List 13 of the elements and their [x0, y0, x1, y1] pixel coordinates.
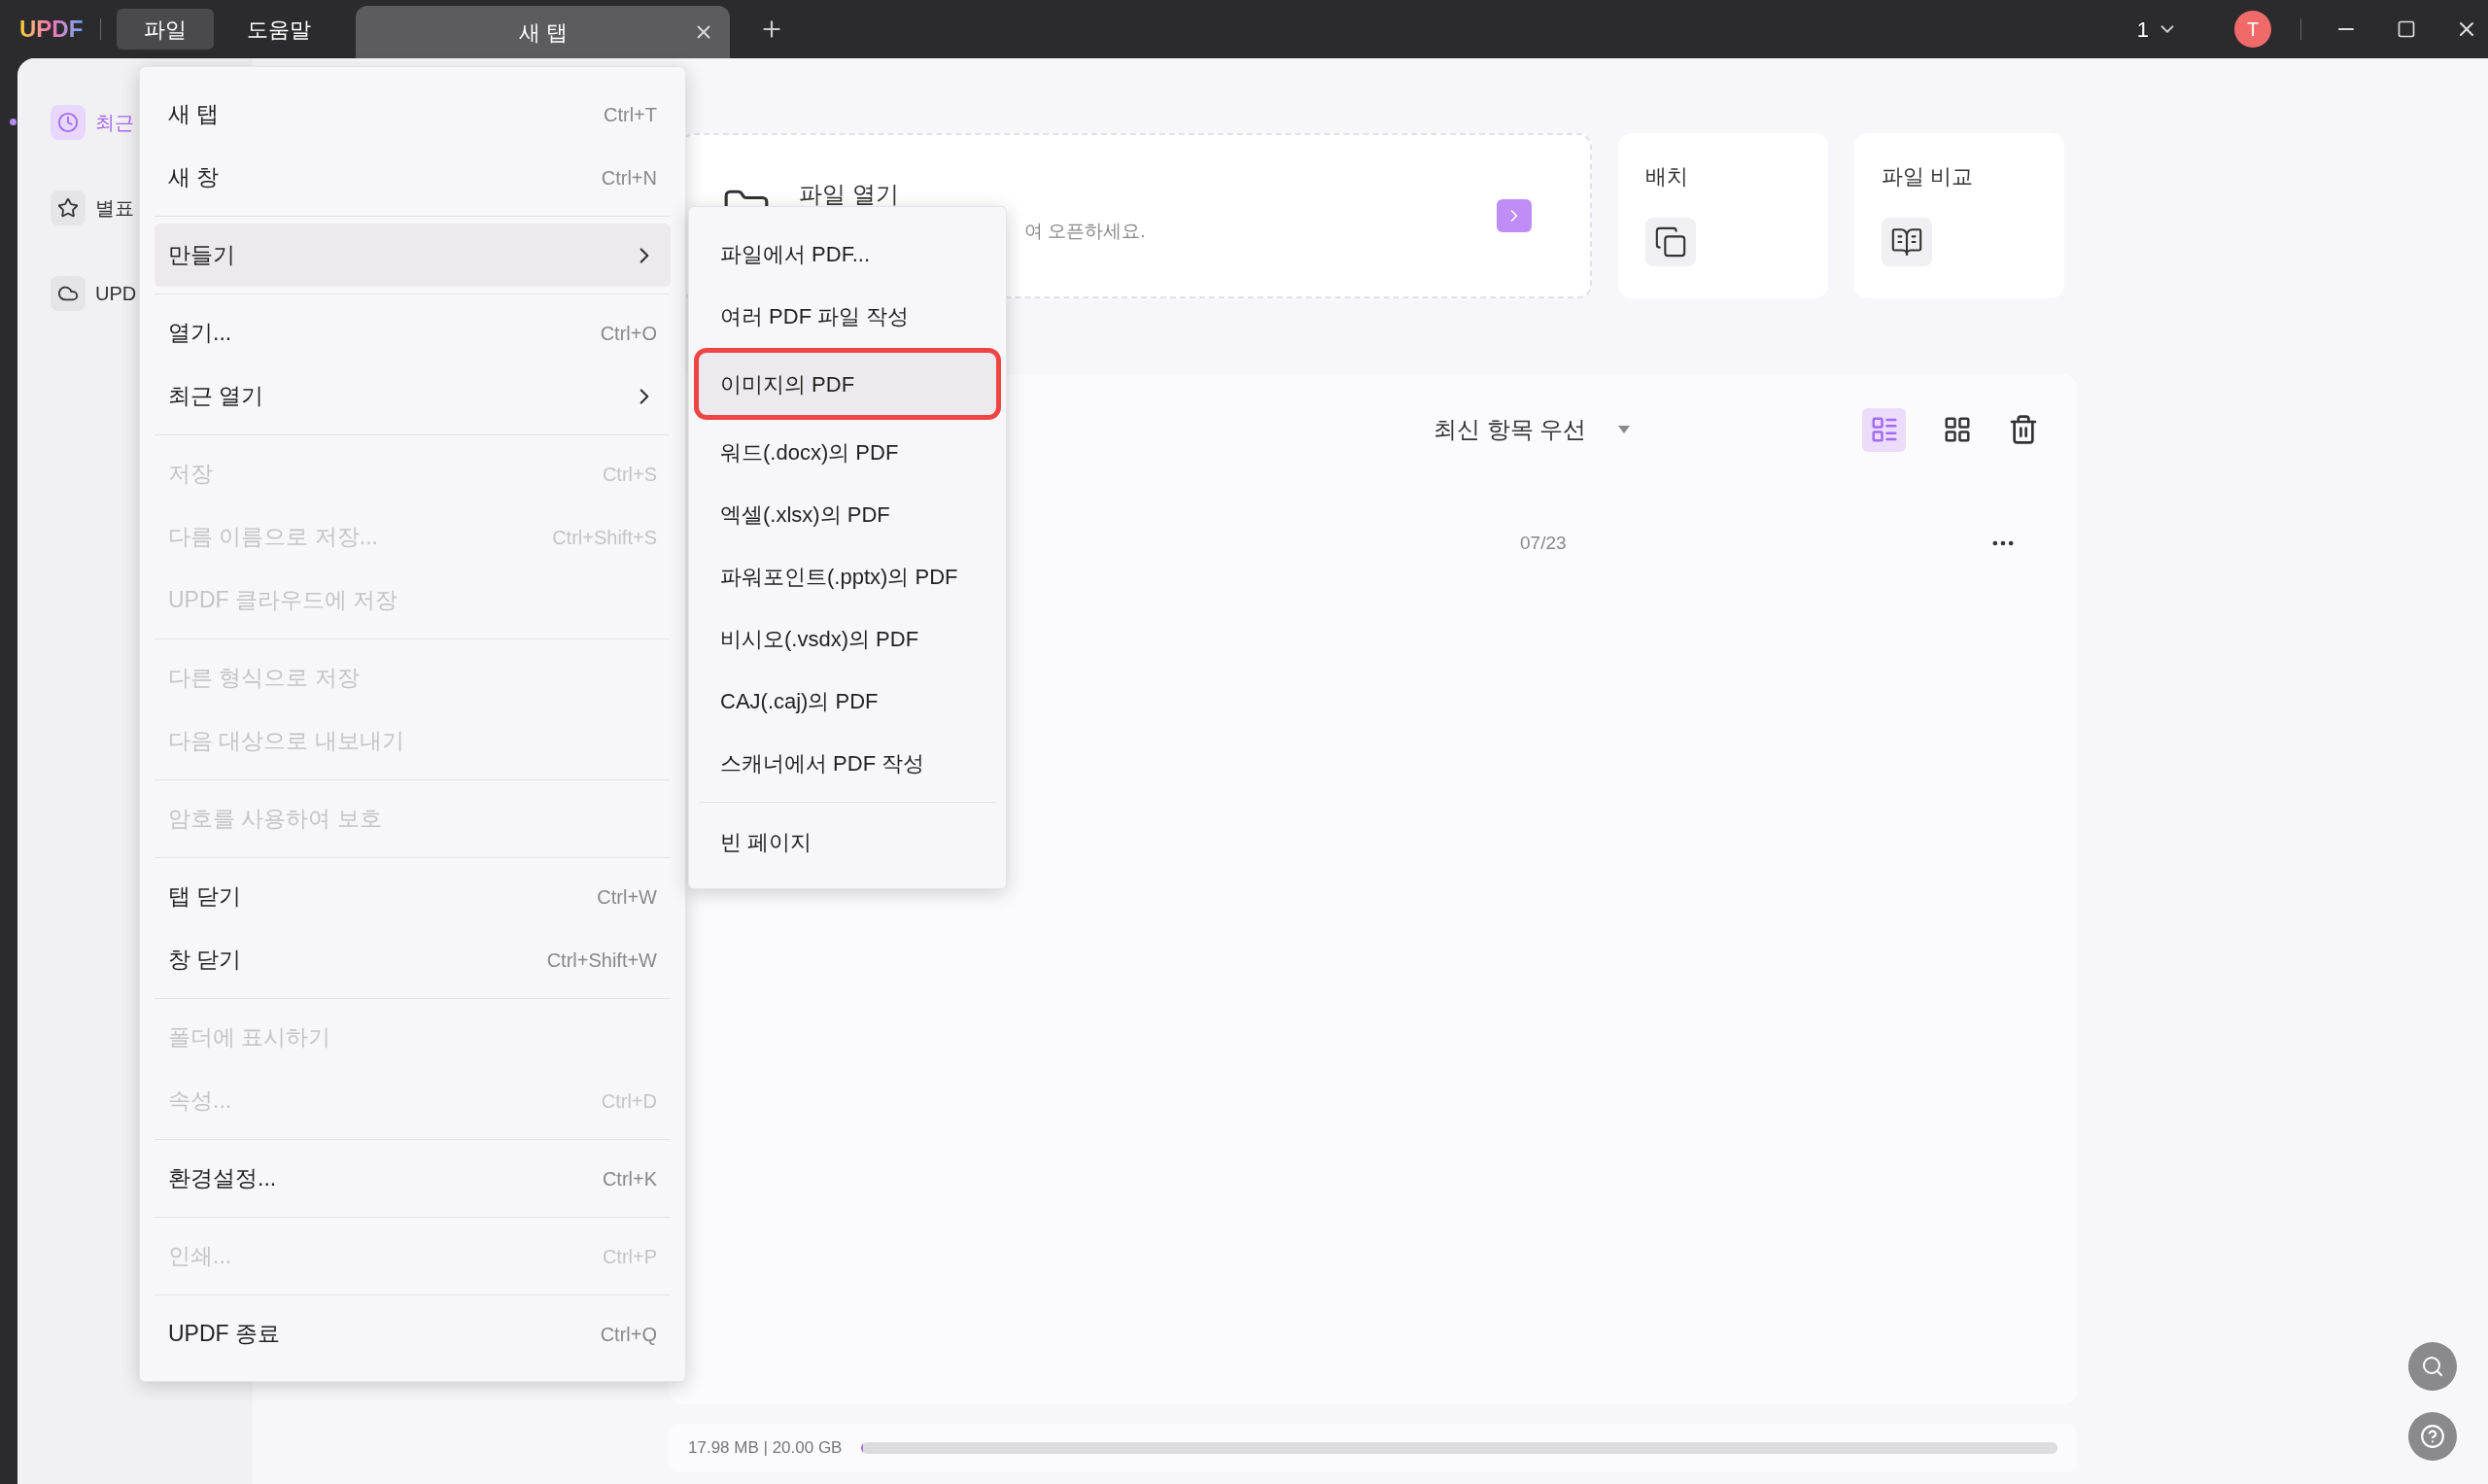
shortcut-text: Ctrl+N: [601, 165, 657, 190]
tool-title: 파일 비교: [1882, 163, 1975, 190]
card-title: 파일 열기: [799, 179, 900, 209]
shortcut-text: Ctrl+K: [602, 1166, 657, 1191]
storage-text: 17.98 MB | 20.00 GB: [688, 1437, 843, 1460]
shortcut-text: Ctrl+O: [600, 321, 657, 346]
shortcut-text: Ctrl+Q: [600, 1322, 657, 1347]
file-date: 07/23: [1520, 531, 1567, 555]
shortcut-text: Ctrl+T: [604, 102, 657, 127]
tool-title: 배치: [1645, 163, 1689, 190]
shortcut-text: Ctrl+W: [597, 884, 657, 910]
shortcut-text: Ctrl+Shift+W: [546, 948, 657, 973]
card-subtitle: 여 오픈하세요.: [1023, 219, 1147, 243]
